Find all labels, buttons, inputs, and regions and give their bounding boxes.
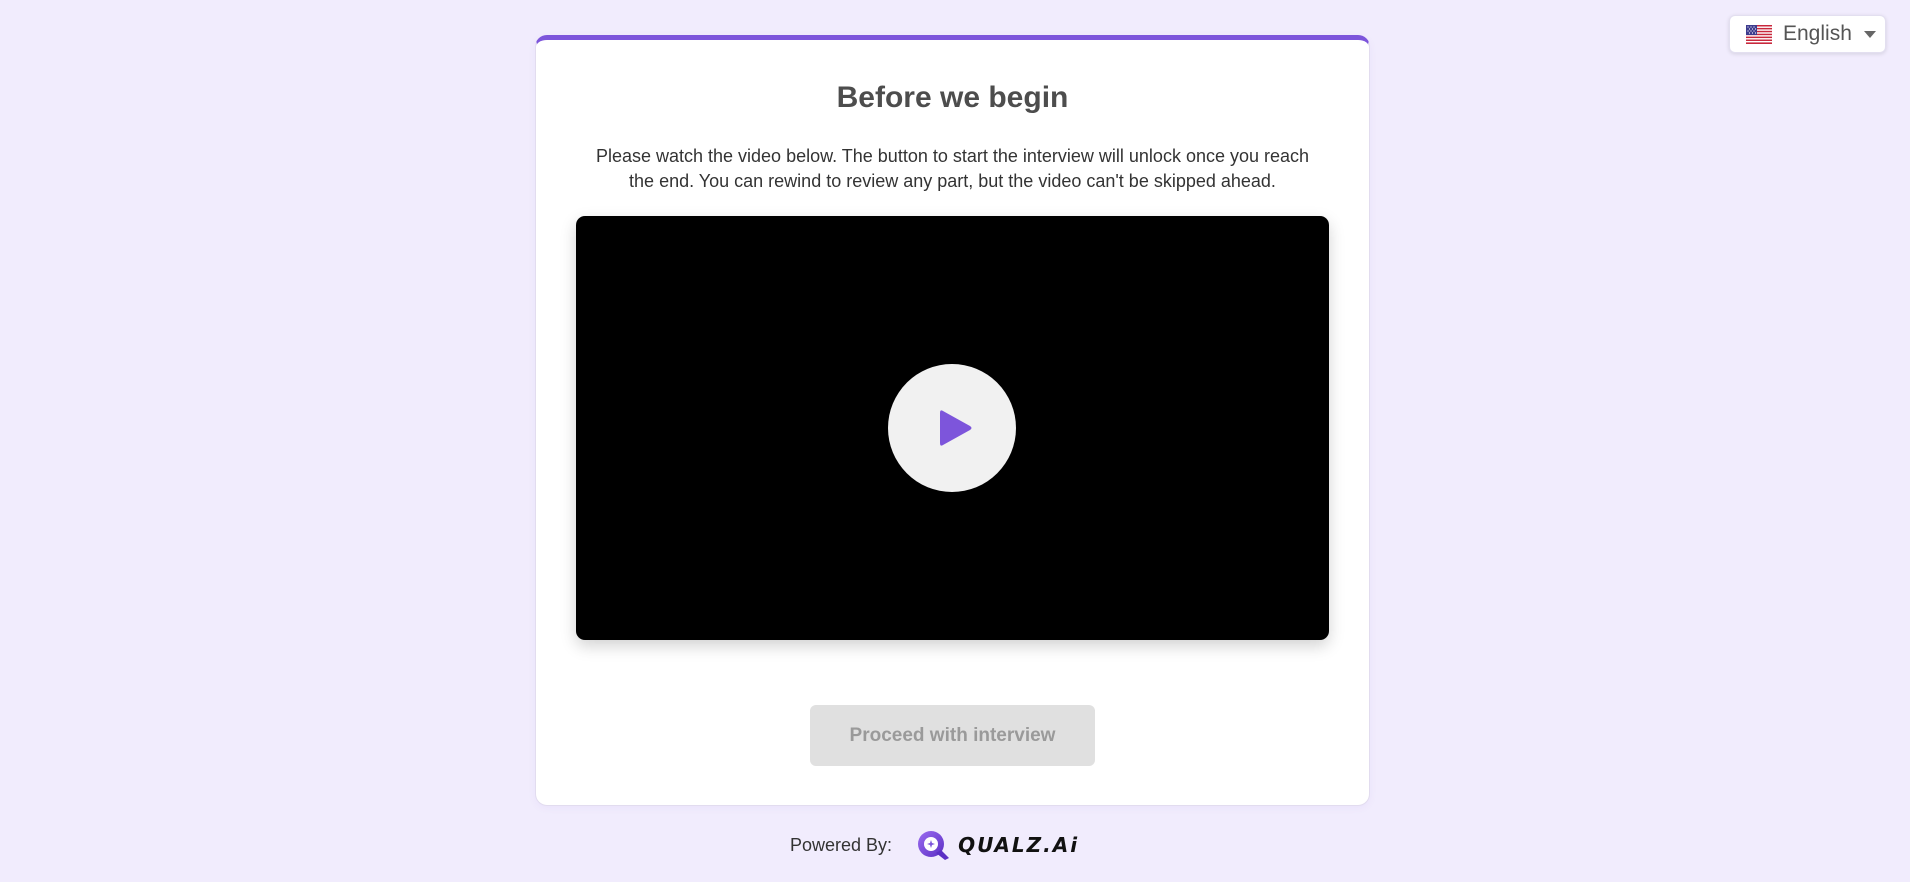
language-selector[interactable]: English — [1729, 15, 1886, 53]
powered-by-label: Powered By: — [790, 834, 893, 855]
qualz-logo-icon — [918, 830, 950, 860]
play-button[interactable] — [888, 364, 1016, 492]
footer: Powered By: QUALZ.Ai — [790, 828, 1079, 862]
instructions-text: Please watch the video below. The button… — [595, 146, 1310, 191]
brand-logo-link[interactable]: QUALZ.Ai — [914, 829, 1079, 862]
language-label: English — [1783, 22, 1852, 45]
video-player[interactable] — [576, 216, 1329, 640]
intro-card: Before we begin Please watch the video b… — [535, 35, 1370, 806]
brand-name: QUALZ.Ai — [958, 833, 1080, 857]
chevron-down-icon — [1863, 30, 1876, 38]
proceed-with-interview-button[interactable]: Proceed with interview — [810, 705, 1095, 766]
play-icon — [940, 410, 972, 446]
page-title: Before we begin — [836, 81, 1069, 114]
us-flag-icon — [1746, 24, 1772, 44]
